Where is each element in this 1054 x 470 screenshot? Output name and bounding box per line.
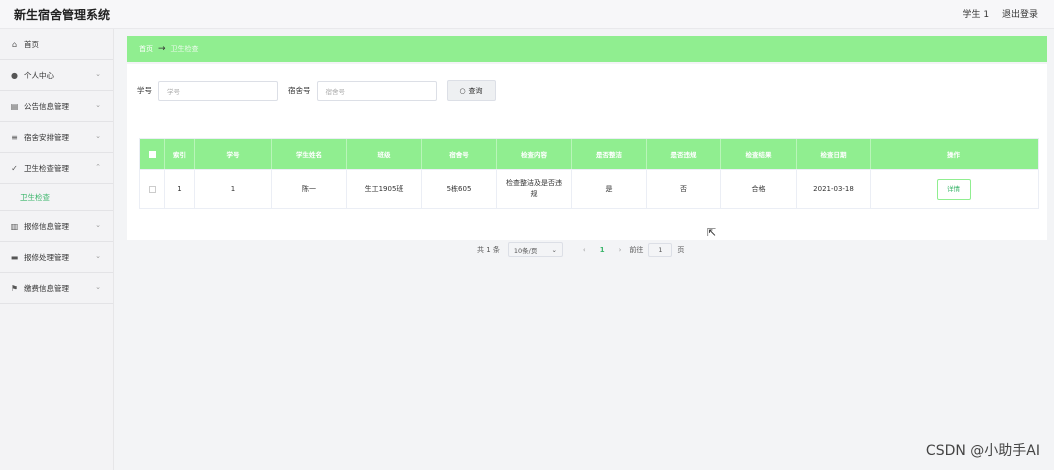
prev-page-icon[interactable]: ‹ <box>583 246 586 254</box>
chevron-down-icon: ⌄ <box>95 101 101 109</box>
detail-button[interactable]: 详情 <box>936 178 971 200</box>
current-page[interactable]: 1 <box>600 246 605 254</box>
top-bar: 新生宿舍管理系统 学生 1 退出登录 <box>0 0 1054 29</box>
sidebar-item-repair-info[interactable]: ▥ 报修信息管理 ⌄ <box>0 211 113 242</box>
column-header[interactable]: 索引 <box>165 139 195 169</box>
sidebar-item-home[interactable]: ⌂ 首页 <box>0 29 113 60</box>
page-size-value: 10条/页 <box>513 246 538 255</box>
sidebar-item-dorm[interactable]: ≡ 宿舍安排管理 ⌄ <box>0 122 113 153</box>
cell-dorm: 5栋605 <box>422 170 497 208</box>
goto-page-input[interactable]: 1 <box>648 242 673 257</box>
flag-icon: ⚑ <box>10 283 19 293</box>
student-id-input[interactable]: 学号 <box>158 80 278 101</box>
chart-icon: ▥ <box>10 221 19 231</box>
sidebar-item-hygiene[interactable]: ✓ 卫生检查管理 ⌃ <box>0 153 113 184</box>
pagination: 共 1 条 10条/页 ⌄ ‹ 1 › 前往 1 页 <box>477 242 684 257</box>
table-header: 索引 学号 学生姓名 班级 宿舍号 检查内容 是否整洁 是否违规 检查结果 检查… <box>140 139 1038 169</box>
hygiene-table: 索引 学号 学生姓名 班级 宿舍号 检查内容 是否整洁 是否违规 检查结果 检查… <box>139 138 1039 209</box>
sidebar-item-label: 报修处理管理 <box>24 252 69 262</box>
sidebar: ⌂ 首页 ● 个人中心 ⌄ ▤ 公告信息管理 ⌄ ≡ 宿舍安排管理 ⌄ ✓ 卫生… <box>0 29 114 470</box>
monitor-icon: ▬ <box>10 252 19 262</box>
app-title: 新生宿舍管理系统 <box>14 8 111 22</box>
column-header[interactable]: 学号 <box>195 139 272 169</box>
mouse-cursor-icon: ⇱ <box>707 226 717 239</box>
cell-name: 陈一 <box>272 170 347 208</box>
sidebar-item-notice[interactable]: ▤ 公告信息管理 ⌄ <box>0 91 113 122</box>
sidebar-item-label: 缴费信息管理 <box>24 283 69 293</box>
cell-action: 详情 <box>871 170 1036 208</box>
search-form: 学号 学号 宿舍号 宿舍号 ○ 查询 <box>137 80 496 101</box>
clipboard-icon: ▤ <box>10 101 19 111</box>
user-area: 学生 1 退出登录 <box>953 7 1038 20</box>
sidebar-item-payment[interactable]: ⚑ 缴费信息管理 ⌄ <box>0 273 113 304</box>
chevron-up-icon: ⌃ <box>95 163 101 171</box>
total-count: 共 1 条 <box>477 245 500 254</box>
main-content: 首页 → 卫生检查 学号 学号 宿舍号 宿舍号 ○ 查询 索引 学号 学生姓名 … <box>127 36 1047 257</box>
sidebar-item-label: 个人中心 <box>24 70 54 80</box>
cell-class: 生工1905班 <box>347 170 422 208</box>
chevron-down-icon: ⌄ <box>95 70 101 78</box>
column-header[interactable]: 检查结果 <box>721 139 797 169</box>
breadcrumb: 首页 → 卫生检查 <box>127 36 1047 62</box>
dorm-input[interactable]: 宿舍号 <box>316 80 437 101</box>
chevron-down-icon: ⌄ <box>95 132 101 140</box>
column-header[interactable]: 学生姓名 <box>272 139 347 169</box>
user-icon: ● <box>11 70 18 80</box>
search-icon: ○ <box>459 86 466 95</box>
sidebar-item-label: 首页 <box>24 39 39 49</box>
column-header[interactable]: 班级 <box>347 139 422 169</box>
cell-student-id: 1 <box>195 170 272 208</box>
chevron-down-icon: ⌄ <box>95 252 101 260</box>
select-all-checkbox-cell[interactable] <box>140 139 165 169</box>
row-checkbox[interactable] <box>148 185 156 193</box>
home-icon: ⌂ <box>11 39 18 49</box>
breadcrumb-home[interactable]: 首页 <box>139 44 153 54</box>
column-header: 操作 <box>947 151 960 159</box>
row-checkbox-cell[interactable] <box>140 170 165 208</box>
select-all-checkbox[interactable] <box>148 150 156 158</box>
column-header[interactable]: 宿舍号 <box>422 139 497 169</box>
arrow-right-icon: → <box>158 44 166 54</box>
cell-result: 合格 <box>721 170 797 208</box>
cell-content: 检查整洁及是否违规 <box>497 170 572 208</box>
chevron-down-icon: ⌄ <box>95 221 101 229</box>
query-button-label: 查询 <box>468 86 483 95</box>
page-size-select[interactable]: 10条/页 ⌄ <box>507 242 563 257</box>
page-suffix: 页 <box>677 245 685 254</box>
cell-violation: 否 <box>647 170 721 208</box>
sidebar-item-label: 卫生检查管理 <box>24 163 69 173</box>
content-panel: 学号 学号 宿舍号 宿舍号 ○ 查询 索引 学号 学生姓名 班级 宿舍号 检查内… <box>127 64 1047 257</box>
column-header[interactable]: 检查日期 <box>797 139 871 169</box>
sidebar-item-label: 公告信息管理 <box>24 101 69 111</box>
sidebar-item-label: 报修信息管理 <box>24 221 69 231</box>
user-name[interactable]: 学生 1 <box>963 10 990 20</box>
table-row: 1 1 陈一 生工1905班 5栋605 检查整洁及是否违规 是 否 合格 20… <box>140 169 1038 208</box>
check-icon: ✓ <box>11 163 18 173</box>
sidebar-item-repair-process[interactable]: ▬ 报修处理管理 ⌄ <box>0 242 113 273</box>
query-button[interactable]: ○ 查询 <box>446 80 496 101</box>
sidebar-item-profile[interactable]: ● 个人中心 ⌄ <box>0 60 113 91</box>
breadcrumb-current: 卫生检查 <box>170 45 199 53</box>
cell-index: 1 <box>165 170 195 208</box>
student-id-label: 学号 <box>137 86 152 95</box>
column-header[interactable]: 检查内容 <box>497 139 572 169</box>
cell-tidy: 是 <box>572 170 647 208</box>
dorm-label: 宿舍号 <box>288 86 311 95</box>
logout-link[interactable]: 退出登录 <box>1002 10 1038 20</box>
column-header[interactable]: 是否整洁 <box>572 139 647 169</box>
next-page-icon[interactable]: › <box>619 246 622 254</box>
watermark: CSDN @小助手AI <box>925 443 1040 459</box>
sidebar-item-label: 宿舍安排管理 <box>24 132 69 142</box>
column-header[interactable]: 是否违规 <box>647 139 721 169</box>
sidebar-subitem-hygiene-check[interactable]: 卫生检查 <box>0 184 113 211</box>
table-body: 1 1 陈一 生工1905班 5栋605 检查整洁及是否违规 是 否 合格 20… <box>140 169 1038 208</box>
cell-date: 2021-03-18 <box>797 170 871 208</box>
chevron-down-icon: ⌄ <box>95 283 101 291</box>
chevron-down-icon: ⌄ <box>551 245 557 254</box>
goto-label: 前往 <box>629 245 644 254</box>
list-icon: ≡ <box>11 132 18 142</box>
